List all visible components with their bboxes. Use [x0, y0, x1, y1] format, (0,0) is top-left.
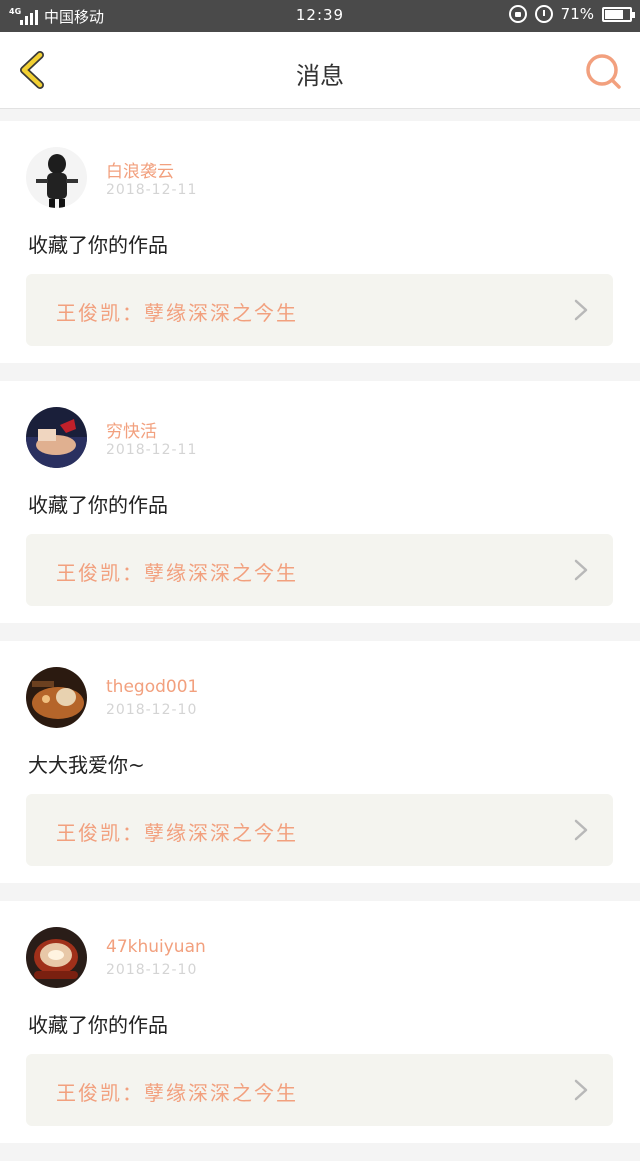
status-right: 71% [508, 5, 635, 23]
message-text: 收藏了你的作品 [28, 1013, 168, 1037]
alarm-icon [534, 5, 553, 23]
chevron-right-icon [574, 819, 588, 841]
avatar[interactable] [26, 407, 87, 468]
username[interactable]: thegod001 [106, 677, 198, 697]
message-card: 白浪袭云 2018-12-11 收藏了你的作品 王俊凯：孽缘深深之今生 [0, 121, 640, 363]
message-text: 收藏了你的作品 [28, 493, 168, 517]
message-date: 2018-12-11 [106, 442, 198, 458]
status-bar: 4G 中国移动 12:39 71% [0, 0, 640, 32]
message-date: 2018-12-11 [106, 182, 198, 198]
header-bar: 消息 [0, 32, 640, 109]
message-date: 2018-12-10 [106, 702, 198, 718]
work-link[interactable]: 王俊凯：孽缘深深之今生 [26, 534, 613, 606]
message-card: 穷快活 2018-12-11 收藏了你的作品 王俊凯：孽缘深深之今生 [0, 381, 640, 623]
username[interactable]: 白浪袭云 [106, 157, 174, 182]
avatar[interactable] [26, 667, 87, 728]
work-link[interactable]: 王俊凯：孽缘深深之今生 [26, 274, 613, 346]
rotation-lock-icon [508, 5, 527, 23]
work-title: 王俊凯：孽缘深深之今生 [56, 821, 298, 845]
chevron-right-icon [574, 299, 588, 321]
message-card: 47khuiyuan 2018-12-10 收藏了你的作品 王俊凯：孽缘深深之今… [0, 901, 640, 1143]
avatar[interactable] [26, 927, 87, 988]
page-title: 消息 [296, 62, 344, 90]
search-icon[interactable] [584, 52, 624, 92]
work-link[interactable]: 王俊凯：孽缘深深之今生 [26, 1054, 613, 1126]
message-card: thegod001 2018-12-10 大大我爱你~ 王俊凯：孽缘深深之今生 [0, 641, 640, 883]
battery-percent: 71% [560, 5, 594, 23]
chevron-right-icon [574, 1079, 588, 1101]
username[interactable]: 穷快活 [106, 417, 157, 442]
battery-icon [602, 6, 635, 22]
username[interactable]: 47khuiyuan [106, 937, 206, 957]
work-title: 王俊凯：孽缘深深之今生 [56, 1081, 298, 1105]
avatar[interactable] [26, 147, 87, 208]
message-text: 收藏了你的作品 [28, 233, 168, 257]
chevron-right-icon [574, 559, 588, 581]
message-list: 白浪袭云 2018-12-11 收藏了你的作品 王俊凯：孽缘深深之今生 穷快活 … [0, 121, 640, 1161]
work-title: 王俊凯：孽缘深深之今生 [56, 301, 298, 325]
message-text: 大大我爱你~ [28, 753, 145, 777]
message-date: 2018-12-10 [106, 962, 198, 978]
work-link[interactable]: 王俊凯：孽缘深深之今生 [26, 794, 613, 866]
work-title: 王俊凯：孽缘深深之今生 [56, 561, 298, 585]
